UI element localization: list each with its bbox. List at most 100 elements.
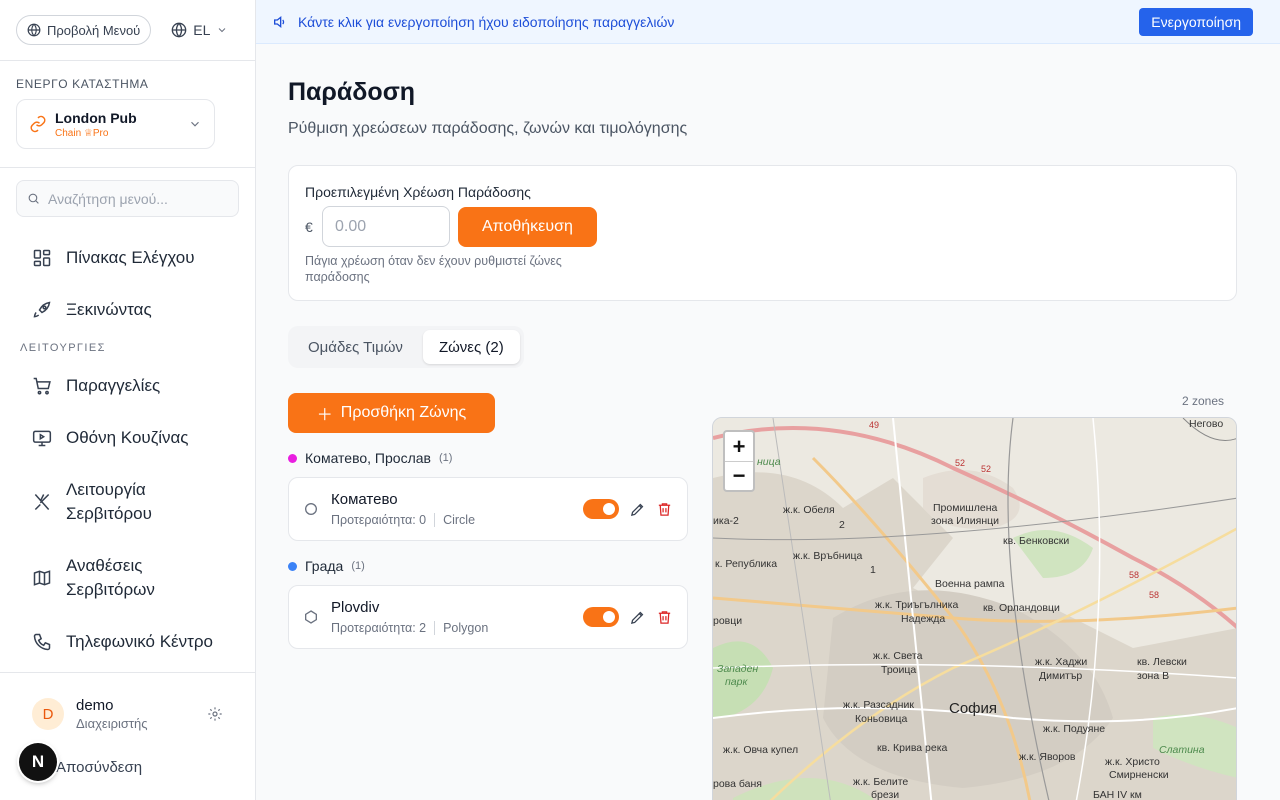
- globe-icon: [27, 23, 41, 37]
- map-place-label: к. Република: [715, 558, 778, 570]
- trash-icon: [658, 502, 671, 516]
- next-dev-badge[interactable]: N: [19, 743, 57, 781]
- zone-shape: Polygon: [443, 621, 489, 635]
- chevron-down-icon: [219, 28, 226, 33]
- map-place-label: ж.к. Разсадник: [843, 699, 914, 711]
- map-place-label: Западен: [717, 663, 759, 675]
- group-name: Коматево, Прослав: [305, 450, 431, 466]
- map-place-label: 2: [839, 519, 845, 531]
- default-fee-label: Προεπιλεγμένη Χρέωση Παράδοσης: [305, 184, 531, 200]
- zone-meta: Προτεραιότητα: 0 Circle: [331, 513, 475, 527]
- sidebar-item-waiter-mode[interactable]: Λειτουργία Σερβιτόρου: [0, 464, 255, 540]
- circle-shape-icon: [305, 503, 317, 515]
- map-place-label: ика-2: [713, 515, 739, 527]
- monitor-icon: [32, 430, 52, 447]
- sidebar-item-kitchen-display[interactable]: Οθόνη Κουζίνας: [0, 412, 255, 464]
- link-icon: [30, 115, 46, 133]
- polygon-shape-icon: [305, 610, 317, 624]
- map-place-label: зона Илиянци: [931, 515, 999, 527]
- map-place-label: 1: [870, 564, 876, 576]
- zones-map[interactable]: + − София ж.к. Обеля 2 Промишлена зона Илиян…: [712, 417, 1237, 800]
- default-fee-input[interactable]: [322, 206, 450, 247]
- map-zoom-control: + −: [723, 430, 755, 492]
- sidebar-item-label: Αναθέσεις Σερβιτόρων: [66, 556, 155, 599]
- sidebar-nav: Πίνακας Ελέγχου Ξεκινώντας ΛΕΙΤΟΥΡΓΙΕΣ Π…: [0, 232, 255, 672]
- store-name: London Pub: [55, 109, 137, 126]
- delete-zone-button[interactable]: [656, 501, 673, 518]
- map-place-label: ж.к. Връбница: [793, 550, 863, 562]
- map-place-label: зона В: [1137, 670, 1170, 682]
- group-count: (1): [351, 560, 365, 572]
- zone-active-toggle[interactable]: [583, 499, 619, 519]
- zone-card[interactable]: Коматево Προτεραιότητα: 0 Circle: [288, 477, 688, 541]
- sidebar-item-label: Πίνακας Ελέγχου: [66, 248, 195, 267]
- save-button[interactable]: Αποθήκευση: [458, 206, 597, 247]
- store-type: Chain: [55, 127, 82, 139]
- pencil-icon: [630, 611, 644, 624]
- globe-icon: [171, 22, 187, 38]
- main-content: Παράδοση Ρύθμιση χρεώσεων παράδοσης, ζων…: [256, 44, 1280, 800]
- sidebar-header: Προβολή Μενού EL: [0, 0, 255, 61]
- language-selector[interactable]: EL: [161, 15, 238, 45]
- map-place-label: Смирненски: [1109, 769, 1169, 781]
- group-color-dot: [288, 561, 297, 571]
- map-place-label: ж.к. Яворов: [1019, 751, 1076, 763]
- sidebar-item-label: Ξεκινώντας: [66, 300, 152, 319]
- sidebar-item-label: Παραγγελίες: [66, 376, 161, 395]
- tab-zones[interactable]: Ζώνες (2): [422, 330, 520, 364]
- page-title: Παράδοση: [288, 78, 416, 106]
- zones-count: 2 zones: [1182, 394, 1225, 408]
- gear-icon[interactable]: [207, 706, 223, 722]
- map-place-label: кв. Левски: [1137, 656, 1187, 668]
- map-place-label: парк: [725, 676, 748, 688]
- operations-section-label: ΛΕΙΤΟΥΡΓΙΕΣ: [20, 342, 106, 354]
- user-role: Διαχειριστής: [76, 716, 148, 731]
- edit-zone-button[interactable]: [629, 609, 646, 626]
- menu-search-input[interactable]: [48, 190, 228, 207]
- zone-active-toggle[interactable]: [583, 607, 619, 627]
- sidebar-item-getting-started[interactable]: Ξεκινώντας: [0, 284, 255, 336]
- sound-notification-banner: Κάντε κλικ για ενεργοποίηση ήχου ειδοποί…: [256, 0, 1280, 44]
- zone-meta: Προτεραιότητα: 2 Polygon: [331, 621, 488, 635]
- delete-zone-button[interactable]: [656, 609, 673, 626]
- store-selector[interactable]: London Pub Chain ♕Pro: [16, 99, 215, 149]
- map-place-label: Негово: [1189, 418, 1224, 430]
- dashboard-icon: [33, 249, 51, 267]
- map-place-label: рова баня: [713, 778, 762, 790]
- sidebar-item-waiter-assignments[interactable]: Αναθέσεις Σερβιτόρων: [0, 540, 255, 616]
- sidebar-item-orders[interactable]: Παραγγελίες: [0, 360, 255, 412]
- map-place-label: ница: [757, 456, 781, 468]
- user-profile: D demo Διαχειριστής: [0, 673, 255, 731]
- logout-button[interactable]: Αποσύνδεση: [56, 759, 142, 776]
- map-place-label: ж.к. Триъгълника: [875, 599, 959, 611]
- default-fee-row: € Αποθήκευση: [305, 206, 1220, 247]
- plus-icon: ＋: [316, 407, 333, 424]
- zoom-out-button[interactable]: −: [725, 461, 753, 490]
- enable-sound-button[interactable]: Ενεργοποίηση: [1139, 7, 1253, 36]
- map-place-label: 52: [981, 464, 992, 474]
- group-name: Града: [305, 558, 344, 574]
- edit-zone-button[interactable]: [629, 501, 646, 518]
- rocket-icon: [33, 301, 51, 318]
- store-meta: Chain ♕Pro: [55, 128, 137, 139]
- add-zone-button[interactable]: ＋ Προσθήκη Ζώνης: [288, 393, 495, 433]
- tab-price-groups[interactable]: Ομάδες Τιμών: [292, 330, 419, 364]
- sidebar-item-dashboard[interactable]: Πίνακας Ελέγχου: [0, 232, 255, 284]
- map-place-label: Димитър: [1039, 670, 1083, 682]
- page-subtitle: Ρύθμιση χρεώσεων παράδοσης, ζωνών και τι…: [288, 120, 688, 137]
- map-place-label: ж.к. Хаджи: [1035, 656, 1088, 668]
- zone-card[interactable]: Plovdiv Προτεραιότητα: 2 Polygon: [288, 585, 688, 649]
- map-place-label: ж.к. Христо: [1105, 756, 1160, 768]
- zoom-in-button[interactable]: +: [725, 432, 753, 461]
- sidebar-item-call-center[interactable]: Τηλεφωνικό Κέντρο: [0, 616, 255, 668]
- delivery-tabs: Ομάδες Τιμών Ζώνες (2): [288, 326, 524, 368]
- menu-search: [16, 180, 239, 217]
- active-store-label: ΕΝΕΡΓΟ ΚΑΤΑΣΤΗΜΑ: [16, 77, 149, 91]
- avatar: D: [32, 698, 64, 730]
- map-place-label: брези: [871, 789, 900, 800]
- map-icon: [33, 570, 51, 586]
- zone-group-header: Града (1): [288, 558, 365, 574]
- view-menu-button[interactable]: Προβολή Μενού: [16, 15, 152, 45]
- divider: [434, 513, 436, 527]
- group-count: (1): [438, 452, 453, 464]
